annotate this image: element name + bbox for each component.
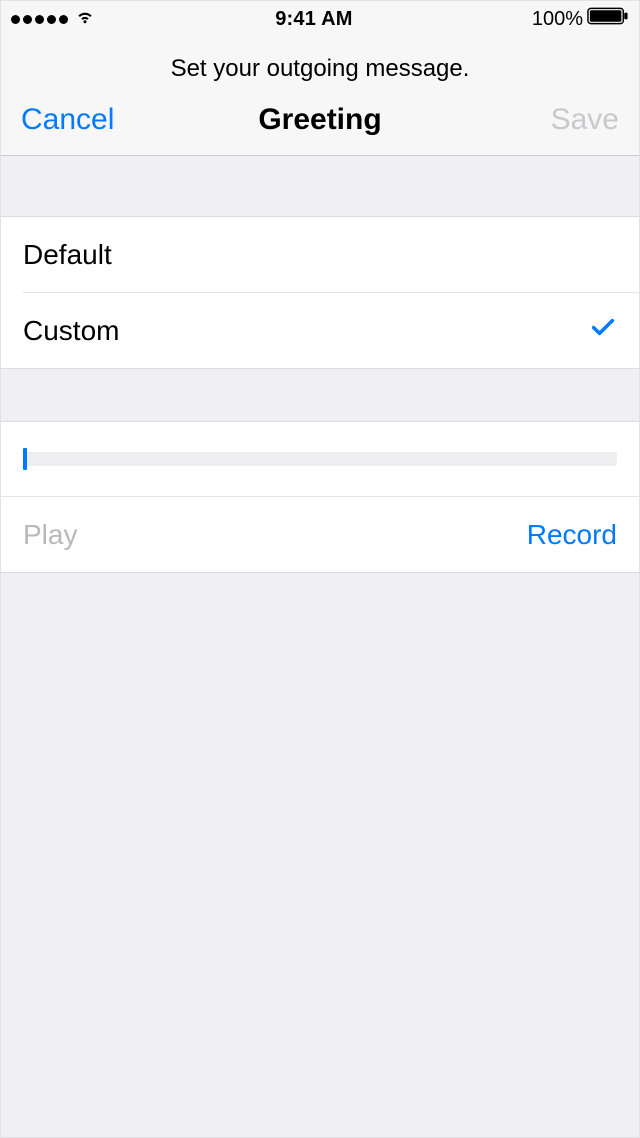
screen: 9:41 AM 100% Set your outgoing message. …: [0, 0, 640, 1138]
playback-progress-head[interactable]: [23, 448, 27, 470]
greeting-options-list: Default Custom: [1, 216, 639, 369]
option-custom-label: Custom: [23, 315, 119, 347]
battery-percent: 100%: [532, 8, 583, 31]
status-right: 100%: [532, 7, 629, 31]
checkmark-icon: [589, 313, 617, 348]
option-default[interactable]: Default: [1, 217, 639, 292]
option-default-label: Default: [23, 239, 112, 271]
subtitle: Set your outgoing message.: [1, 37, 639, 93]
recording-controls: Play Record: [1, 421, 639, 573]
playback-progress-row: [1, 422, 639, 496]
nav-bar: Cancel Greeting Save: [1, 93, 639, 156]
play-record-row: Play Record: [1, 497, 639, 572]
status-left: [11, 5, 96, 33]
record-button[interactable]: Record: [527, 519, 617, 551]
play-button[interactable]: Play: [23, 519, 77, 551]
battery-icon: [587, 7, 629, 31]
cancel-button[interactable]: Cancel: [21, 103, 161, 137]
status-bar: 9:41 AM 100%: [1, 1, 639, 37]
option-custom[interactable]: Custom: [1, 293, 639, 368]
cellular-signal-icon: [11, 15, 68, 24]
page-title: Greeting: [161, 103, 479, 137]
playback-progress-track[interactable]: [23, 452, 617, 466]
section-gap: [1, 369, 639, 421]
section-gap: [1, 156, 639, 216]
save-button[interactable]: Save: [479, 103, 619, 137]
wifi-icon: [74, 5, 96, 33]
status-time: 9:41 AM: [275, 8, 352, 31]
